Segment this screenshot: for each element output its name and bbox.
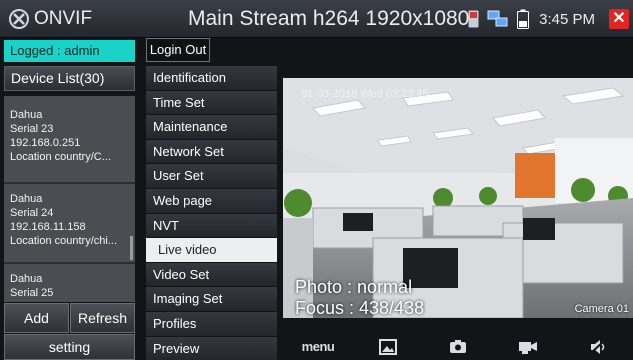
menu-item-user-set[interactable]: User Set (146, 164, 277, 189)
app-title: ONVIF (34, 8, 93, 29)
camera-label: Camera 01 (574, 303, 629, 315)
device-list: Dahua Serial 23 192.168.0.251 Location c… (4, 96, 135, 302)
refresh-button[interactable]: Refresh (70, 303, 135, 333)
device-list-button[interactable]: Device List(30) (4, 66, 135, 91)
focus-status: Focus : 438/438 (295, 298, 425, 318)
image-button[interactable] (368, 336, 408, 358)
setting-button[interactable]: setting (4, 334, 135, 360)
device-serial: Serial 23 (10, 123, 54, 135)
menu-item-nvt[interactable]: NVT (146, 213, 277, 239)
live-video-view[interactable]: 01-03-2018 Wed 03:23:45 Photo : normal F… (283, 78, 633, 318)
onvif-logo-icon (9, 9, 29, 29)
menu-item-network-set[interactable]: Network Set (146, 139, 277, 165)
menu-item-live-video[interactable]: Live video (146, 238, 277, 263)
sd-card-icon (468, 10, 479, 28)
device-name: Dahua (10, 109, 43, 121)
battery-icon (517, 9, 530, 29)
snapshot-button[interactable] (438, 336, 478, 358)
settings-menu: Identification Time Set Maintenance Netw… (146, 66, 277, 360)
device-location: Location country/C... (10, 151, 111, 163)
menu-item-web-page[interactable]: Web page (146, 188, 277, 214)
device-location: Location country/chi... (10, 235, 118, 247)
close-button[interactable]: ✕ (609, 9, 629, 29)
device-list-scrollbar[interactable] (130, 236, 133, 260)
login-out-button[interactable]: Login Out (146, 38, 210, 62)
add-button[interactable]: Add (4, 303, 69, 333)
audio-button[interactable] (578, 336, 618, 358)
menu-item-video-set[interactable]: Video Set (146, 262, 277, 288)
video-timestamp: 01-03-2018 Wed 03:23:45 (301, 88, 429, 100)
menu-item-time-set[interactable]: Time Set (146, 90, 277, 116)
clock-time: 3:45 PM (539, 10, 595, 28)
device-item[interactable]: Dahua Serial 25 (4, 272, 135, 300)
video-toolbar: menu (283, 333, 633, 360)
image-icon (379, 338, 397, 355)
network-icon (487, 10, 508, 27)
speaker-mute-icon (589, 338, 606, 355)
menu-item-maintenance[interactable]: Maintenance (146, 115, 277, 140)
menu-button[interactable]: menu (298, 336, 338, 358)
logged-in-status: Logged : admin (4, 40, 135, 62)
device-item[interactable]: Dahua Serial 23 192.168.0.251 Location c… (4, 108, 135, 164)
photo-status: Photo : normal (295, 277, 413, 297)
title-bar: ONVIF Main Stream h264 1920x1080 3:45 PM… (0, 0, 633, 38)
camera-icon (450, 340, 466, 353)
menu-item-imaging-set[interactable]: Imaging Set (146, 287, 277, 312)
device-name: Dahua (10, 193, 43, 205)
divider (4, 182, 135, 184)
menu-item-profiles[interactable]: Profiles (146, 311, 277, 337)
device-ip: 192.168.11.158 (10, 221, 86, 233)
device-ip: 192.168.0.251 (10, 137, 81, 149)
stream-title: Main Stream h264 1920x1080 (188, 7, 470, 30)
device-item[interactable]: Dahua Serial 24 192.168.11.158 Location … (4, 192, 135, 248)
close-icon: ✕ (612, 10, 626, 27)
menu-item-preview[interactable]: Preview (146, 336, 277, 360)
record-button[interactable] (508, 336, 548, 358)
menu-item-identification[interactable]: Identification (146, 66, 277, 91)
device-serial: Serial 25 (10, 287, 54, 299)
video-record-icon (519, 341, 537, 354)
divider (4, 262, 135, 264)
device-serial: Serial 24 (10, 207, 54, 219)
device-name: Dahua (10, 273, 43, 285)
